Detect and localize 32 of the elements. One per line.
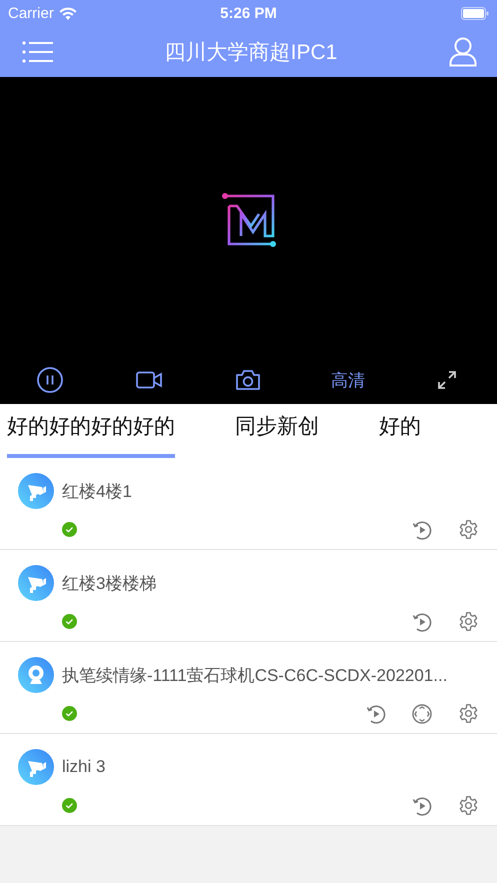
settings-icon[interactable]: [458, 519, 479, 540]
camera-icon[interactable]: [235, 369, 262, 391]
tab[interactable]: 同步新创: [235, 404, 319, 458]
direction-control-icon[interactable]: [412, 704, 432, 724]
device-name: 执笔续情缘-1111萤石球机CS-C6C-SCDX-202201...: [62, 664, 448, 686]
playback-icon[interactable]: [366, 704, 386, 724]
page-title: 四川大学商超IPC1: [164, 41, 338, 64]
webcam-icon: [18, 657, 54, 693]
wifi-icon: [58, 7, 77, 20]
menu-icon[interactable]: [22, 41, 53, 63]
carrier-label: Carrier: [8, 5, 54, 22]
settings-icon[interactable]: [458, 703, 479, 724]
device-name: lizhi 3: [62, 757, 106, 777]
playback-icon[interactable]: [412, 796, 432, 816]
fullscreen-icon[interactable]: [438, 371, 456, 389]
playback-icon[interactable]: [412, 612, 432, 632]
user-icon[interactable]: [449, 37, 477, 67]
pause-icon[interactable]: [36, 367, 63, 393]
playback-icon[interactable]: [412, 520, 432, 540]
logo-icon: [220, 192, 276, 248]
security-camera-icon: [18, 565, 54, 601]
settings-icon[interactable]: [458, 795, 479, 816]
device-name: 红楼3楼楼梯: [62, 572, 156, 594]
quality-button[interactable]: 高清: [330, 368, 365, 392]
settings-icon[interactable]: [458, 611, 479, 632]
video-camera-icon[interactable]: [136, 371, 163, 389]
battery-icon: [461, 7, 489, 20]
tab[interactable]: 好的: [379, 404, 421, 458]
security-camera-icon: [18, 473, 54, 509]
security-camera-icon: [18, 749, 54, 785]
device-name: 红楼4楼1: [62, 480, 132, 502]
clock-time: 5:26 PM: [220, 5, 277, 22]
